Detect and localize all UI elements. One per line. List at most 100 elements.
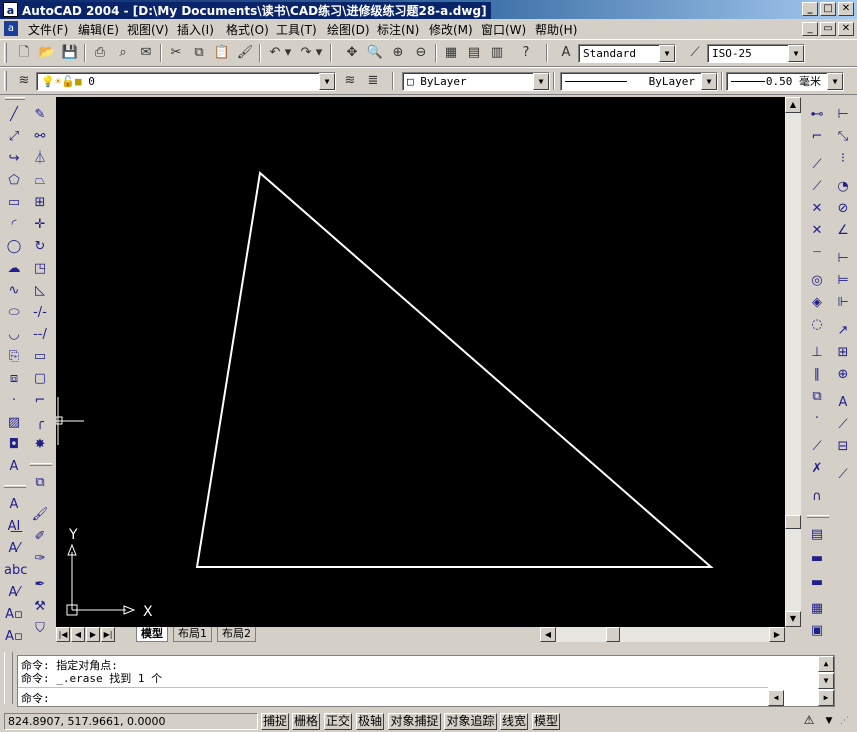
ellipse-arc-icon[interactable]: ◡ <box>4 325 24 345</box>
menu-modify[interactable]: 修改(M) <box>429 21 473 38</box>
first-tab-icon[interactable]: |◀ <box>56 627 70 642</box>
break-icon[interactable]: ▢ <box>30 369 50 389</box>
polyline-icon[interactable]: ↪ <box>4 149 24 169</box>
close-button[interactable]: ✕ <box>838 2 854 16</box>
toggle-grid[interactable]: 栅格 <box>292 713 320 730</box>
snap-from-icon[interactable]: ⌐ <box>807 127 827 147</box>
edit-polyline-icon[interactable]: ✑ <box>30 549 50 569</box>
circle-icon[interactable]: ◯ <box>4 237 24 257</box>
chevron-down-icon[interactable]: ▼ <box>827 73 843 90</box>
menu-insert[interactable]: 插入(I) <box>177 21 214 38</box>
linetype-dropdown[interactable]: ByLayer ▼ <box>560 72 718 91</box>
next-tab-icon[interactable]: ▶ <box>86 627 100 642</box>
tab-layout1[interactable]: 布局1 <box>173 627 212 642</box>
scroll-left-arrow-icon[interactable]: ◀ <box>540 627 556 642</box>
redo-icon[interactable]: ↷ <box>296 43 316 63</box>
scale-text-icon[interactable]: A▫ <box>4 605 24 625</box>
help-icon[interactable]: ? <box>516 43 536 63</box>
snap-extension-icon[interactable]: ┈ <box>807 243 827 263</box>
stretch-icon[interactable]: ◺ <box>30 281 50 301</box>
text-style-icon[interactable]: A <box>556 43 576 63</box>
snap-tangent-icon[interactable]: ◌ <box>807 315 827 335</box>
save-icon[interactable]: 💾 <box>60 43 80 63</box>
spell-check-icon[interactable]: abc <box>4 561 27 581</box>
coordinate-readout[interactable]: 824.8907, 517.9661, 0.0000 <box>4 713 258 730</box>
horizontal-scroll-thumb[interactable] <box>606 627 620 642</box>
publish-icon[interactable]: ✉ <box>136 43 156 63</box>
zoom-window-icon[interactable]: ⊕ <box>388 43 408 63</box>
snap-node-icon[interactable]: · <box>807 409 827 429</box>
angular-dim-icon[interactable]: ∠ <box>833 221 853 241</box>
osnap-settings-icon[interactable]: ∩ <box>807 487 827 507</box>
text-style-tool-icon[interactable]: A⁄ <box>4 583 24 603</box>
make-object-layer-current-icon[interactable]: ≋ <box>340 71 360 91</box>
cmd-scroll-left-icon[interactable]: ◀ <box>768 690 784 706</box>
redo-dropdown-icon[interactable]: ▾ <box>314 43 324 63</box>
radius-dim-icon[interactable]: ◔ <box>833 177 853 197</box>
spline-icon[interactable]: ∿ <box>4 281 24 301</box>
edit-spline-icon[interactable]: ✒ <box>30 575 50 595</box>
continue-dim-icon[interactable]: ⊩ <box>833 293 853 313</box>
paste-icon[interactable]: 📋 <box>212 43 232 63</box>
rectangle-icon[interactable]: ▭ <box>4 193 24 213</box>
chevron-down-icon[interactable]: ▼ <box>701 73 717 90</box>
lineweight-dropdown[interactable]: 0.50 毫米 ▼ <box>726 72 844 91</box>
baseline-dim-icon[interactable]: ⊨ <box>833 271 853 291</box>
chevron-down-icon[interactable]: ▼ <box>659 45 675 62</box>
edit-text-icon[interactable]: A͟I <box>4 517 24 537</box>
line-icon[interactable]: ╱ <box>4 105 24 125</box>
color-dropdown[interactable]: □ ByLayer ▼ <box>402 72 550 91</box>
move-icon[interactable]: ✛ <box>30 215 50 235</box>
copy-icon[interactable]: ⧉ <box>189 43 209 63</box>
cmd-scroll-down-icon[interactable]: ▼ <box>818 673 834 689</box>
toggle-snap[interactable]: 捕捉 <box>261 713 289 730</box>
quick-leader-icon[interactable]: ↗ <box>833 321 853 341</box>
toggle-polar[interactable]: 极轴 <box>356 713 384 730</box>
chevron-down-icon[interactable]: ▼ <box>319 73 335 90</box>
autocad-app-icon[interactable]: a <box>3 2 18 17</box>
dim-update-icon[interactable]: ⊟ <box>833 437 853 457</box>
trim-icon[interactable]: -/- <box>30 303 50 323</box>
draworder-icon[interactable]: ⧉ <box>30 473 50 493</box>
command-prompt[interactable]: 命令: <box>21 690 50 706</box>
menu-view[interactable]: 视图(V) <box>127 21 169 38</box>
tab-layout2[interactable]: 布局2 <box>217 627 256 642</box>
tab-model[interactable]: 模型 <box>136 627 168 642</box>
erase-icon[interactable]: ✎ <box>30 105 50 125</box>
scroll-down-arrow-icon[interactable]: ▼ <box>785 611 801 627</box>
chevron-down-icon[interactable]: ▼ <box>533 73 549 90</box>
aligned-dim-icon[interactable]: ⤡ <box>833 127 853 147</box>
toolbar-grip[interactable] <box>4 43 7 63</box>
undo-icon[interactable]: ↶ <box>265 43 285 63</box>
ellipse-icon[interactable]: ⬭ <box>4 303 24 323</box>
layer-manager-icon[interactable]: ≋ <box>14 71 34 91</box>
construction-line-icon[interactable]: ⤢ <box>4 127 24 147</box>
find-text-icon[interactable]: A⁄ <box>4 539 24 559</box>
text-icon[interactable]: A <box>4 495 24 515</box>
resize-grip-icon[interactable]: ⋰ <box>840 716 854 730</box>
multiline-text-icon[interactable]: A <box>4 457 24 477</box>
hatch-icon[interactable]: ▨ <box>4 413 24 433</box>
edit-attribute-icon[interactable]: ⛉ <box>30 619 50 639</box>
snap-midpoint-icon[interactable]: ⟋ <box>807 177 827 197</box>
tool-palettes-icon[interactable]: ▥ <box>487 43 507 63</box>
offset-icon[interactable]: ⏢ <box>30 171 50 191</box>
dim-style-dropdown[interactable]: ISO-25 ▼ <box>707 44 805 63</box>
minimize-button[interactable]: _ <box>802 2 818 16</box>
layout-icon-1[interactable]: ▤ <box>807 525 827 545</box>
tolerance-icon[interactable]: ⊞ <box>833 343 853 363</box>
center-mark-icon[interactable]: ⊕ <box>833 365 853 385</box>
break-at-point-icon[interactable]: ▭ <box>30 347 50 367</box>
scroll-right-arrow-icon[interactable]: ▶ <box>769 627 785 642</box>
open-file-icon[interactable]: 📂 <box>37 43 57 63</box>
scroll-up-arrow-icon[interactable]: ▲ <box>785 97 801 113</box>
ordinate-dim-icon[interactable]: ⁝ <box>833 149 853 169</box>
triangle-shape[interactable] <box>195 171 714 568</box>
properties-icon[interactable]: ▦ <box>441 43 461 63</box>
snap-temp-track-icon[interactable]: ⊷ <box>807 105 827 125</box>
drawing-area[interactable]: Y X <box>56 97 785 627</box>
snap-perpendicular-icon[interactable]: ⊥ <box>807 343 827 363</box>
snap-insert-icon[interactable]: ⧉ <box>807 387 827 407</box>
snap-apparent-intersection-icon[interactable]: ✕ <box>807 221 827 241</box>
arc-icon[interactable]: ◜ <box>4 215 24 235</box>
